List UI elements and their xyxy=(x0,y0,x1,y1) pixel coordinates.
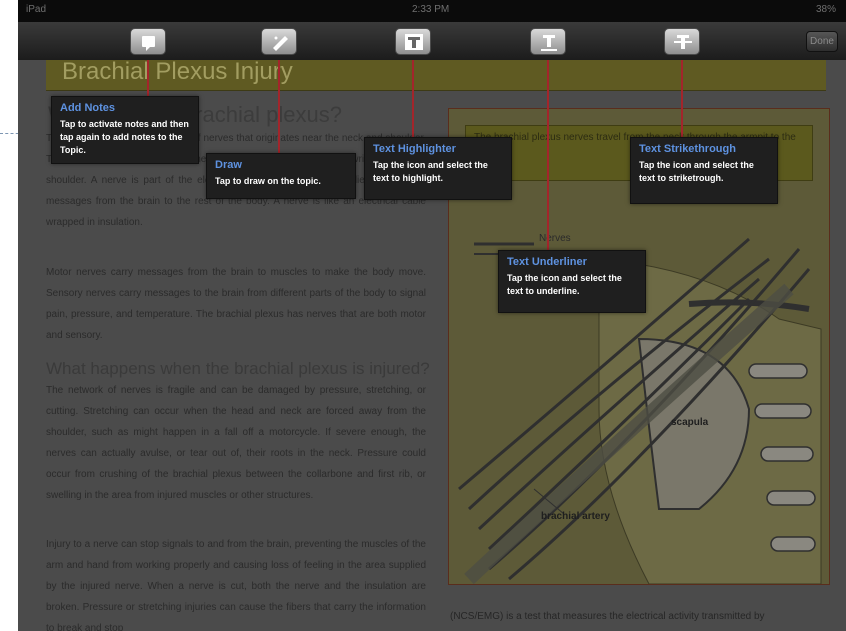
battery-indicator: 38% xyxy=(815,4,836,15)
paragraph: Motor nerves carry messages from the bra… xyxy=(46,267,426,341)
topic-title-bar: Brachial Plexus Injury xyxy=(46,58,826,91)
done-button[interactable]: Done xyxy=(806,31,838,52)
figure-label-scapula: scapula xyxy=(671,417,709,428)
clock: 2:33 PM xyxy=(412,4,450,15)
callout-description: Tap the icon and select the text to stri… xyxy=(639,160,754,183)
callout-title: Draw xyxy=(215,159,242,171)
draw-callout: Draw Tap to draw on the topic. xyxy=(206,153,356,199)
text-underliner-callout: Text Underliner Tap the icon and select … xyxy=(498,250,646,313)
pencil-icon xyxy=(273,36,288,51)
callout-leader-line xyxy=(278,60,280,155)
callout-leader-line xyxy=(547,60,549,250)
text-highlight-icon xyxy=(405,34,423,50)
section-heading: brachial plexus? xyxy=(183,102,342,127)
callout-description: Tap the icon and select the text to unde… xyxy=(507,273,622,296)
annotation-toolbar: Done xyxy=(18,22,846,61)
note-icon xyxy=(142,36,155,51)
topic-title: Brachial Plexus Injury xyxy=(62,58,293,85)
add-notes-button[interactable] xyxy=(130,28,166,55)
status-bar: iPad 2:33 PM 38% xyxy=(18,0,846,22)
text-underliner-button[interactable] xyxy=(530,28,566,55)
callout-description: Tap to draw on the topic. xyxy=(215,176,321,186)
callout-leader-line xyxy=(681,60,683,138)
draw-button[interactable] xyxy=(261,28,297,55)
callout-description: Tap the icon and select the text to high… xyxy=(373,160,488,183)
figure-caption: (NCS/EMG) is a test that measures the el… xyxy=(450,611,765,622)
paragraph: Injury to a nerve can stop signals to an… xyxy=(46,539,426,631)
ipad-screen: iPad 2:33 PM 38% Done Brachial Plexus In… xyxy=(18,0,846,631)
add-notes-callout: Add Notes Tap to activate notes and then… xyxy=(51,96,199,164)
callout-title: Text Strikethrough xyxy=(639,143,736,155)
text-strikethrough-icon xyxy=(674,35,692,49)
paragraph: The network of nerves is fragile and can… xyxy=(46,385,426,501)
text-strikethrough-button[interactable] xyxy=(664,28,700,55)
figure-label-artery: brachial artery xyxy=(541,511,610,522)
figure-label-nerves: Nerves xyxy=(539,233,571,244)
callout-title: Add Notes xyxy=(60,102,115,114)
text-strikethrough-callout: Text Strikethrough Tap the icon and sele… xyxy=(630,137,778,204)
callout-title: Text Highlighter xyxy=(373,143,456,155)
callout-leader-line xyxy=(412,60,414,138)
text-highlighter-callout: Text Highlighter Tap the icon and select… xyxy=(364,137,512,200)
callout-leader-line xyxy=(147,60,149,98)
callout-title: Text Underliner xyxy=(507,256,587,268)
carrier-label: iPad xyxy=(26,4,47,15)
section-heading: What happens when the brachial plexus is… xyxy=(46,359,430,378)
callout-description: Tap to activate notes and then tap again… xyxy=(60,119,189,155)
text-highlighter-button[interactable] xyxy=(395,28,431,55)
text-underline-icon xyxy=(541,35,557,51)
